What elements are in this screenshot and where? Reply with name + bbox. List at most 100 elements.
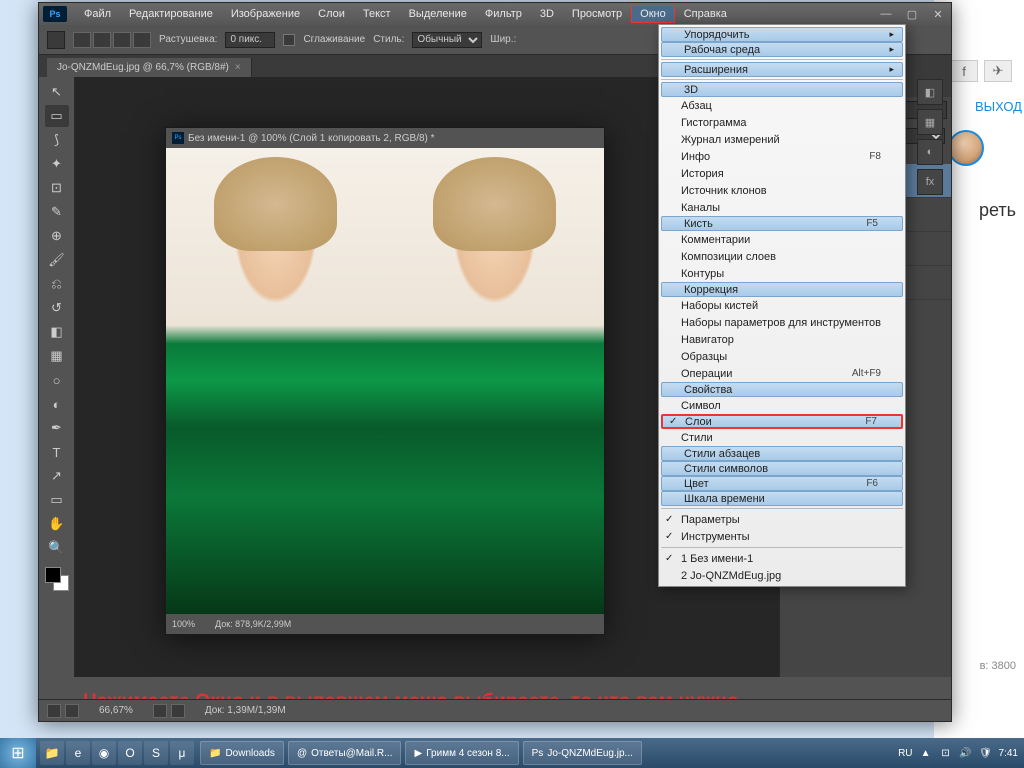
tray-vol[interactable]: 🔊 — [959, 746, 973, 760]
menu-item[interactable]: 2 Jo-QNZMdEug.jpg — [659, 567, 905, 584]
twitter-icon[interactable]: ✈ — [984, 60, 1012, 82]
menu-item[interactable]: Абзац — [659, 97, 905, 114]
gradient-tool[interactable]: ▦ — [45, 345, 69, 367]
maximize-icon[interactable]: ▢ — [899, 5, 925, 23]
status-ic4[interactable] — [171, 704, 185, 718]
lang-indicator[interactable]: RU — [898, 748, 912, 759]
menu-item[interactable]: 1 Без имени-1 — [659, 550, 905, 567]
pen-tool[interactable]: ✒ — [45, 417, 69, 439]
canvas-image[interactable] — [166, 148, 604, 614]
ql-chrome[interactable]: ◉ — [92, 741, 116, 765]
clock[interactable]: 7:41 — [999, 748, 1018, 759]
logout-link[interactable]: ВЫХОД — [975, 99, 1022, 114]
menu-file[interactable]: Файл — [75, 5, 120, 23]
crop-tool[interactable]: ⊡ — [45, 177, 69, 199]
taskbar-task[interactable]: @Ответы@Mail.R... — [288, 741, 402, 765]
ql-explorer[interactable]: 📁 — [40, 741, 64, 765]
menu-item[interactable]: Расширения — [661, 62, 903, 77]
status-ic1[interactable] — [47, 704, 61, 718]
shape-tool[interactable]: ▭ — [45, 489, 69, 511]
close-tab-icon[interactable]: × — [235, 62, 241, 73]
sel-add[interactable] — [93, 32, 111, 48]
tray-net[interactable]: ⊡ — [939, 746, 953, 760]
menu-item[interactable]: Инструменты — [659, 528, 905, 545]
color-swatch[interactable] — [45, 567, 69, 591]
doc-titlebar[interactable]: Ps Без имени-1 @ 100% (Слой 1 копировать… — [166, 128, 604, 148]
menu-item[interactable]: 3D — [661, 82, 903, 97]
menu-item[interactable]: Стили абзацев — [661, 446, 903, 461]
avatar[interactable] — [948, 130, 984, 166]
menu-layers[interactable]: Слои — [309, 5, 354, 23]
lasso-tool[interactable]: ⟆ — [45, 129, 69, 151]
start-button[interactable]: ⊞ — [0, 738, 36, 768]
close-icon[interactable]: ✕ — [925, 5, 951, 23]
doc-tab[interactable]: Jo-QNZMdEug.jpg @ 66,7% (RGB/8#) × — [47, 58, 252, 77]
brush-tool[interactable]: 🖌 — [45, 249, 69, 271]
minimize-icon[interactable]: — — [873, 5, 899, 23]
menu-item[interactable]: ЦветF6 — [661, 476, 903, 491]
style-select[interactable]: Обычный — [412, 32, 482, 48]
menu-view[interactable]: Просмотр — [563, 5, 631, 23]
menu-item[interactable]: Рабочая среда — [661, 42, 903, 57]
ql-ie[interactable]: e — [66, 741, 90, 765]
menu-item[interactable]: СлоиF7 — [661, 414, 903, 429]
menu-item[interactable]: Наборы параметров для инструментов — [659, 314, 905, 331]
menu-filter[interactable]: Фильтр — [476, 5, 531, 23]
menu-item[interactable]: Шкала времени — [661, 491, 903, 506]
taskbar-task[interactable]: 📁Downloads — [200, 741, 284, 765]
menu-item[interactable]: КистьF5 — [661, 216, 903, 231]
sel-int[interactable] — [133, 32, 151, 48]
facebook-icon[interactable]: f — [950, 60, 978, 82]
heal-tool[interactable]: ⊕ — [45, 225, 69, 247]
menu-item[interactable]: Упорядочить — [661, 27, 903, 42]
menu-item[interactable]: Журнал измерений — [659, 131, 905, 148]
menu-item[interactable]: Каналы — [659, 199, 905, 216]
menu-image[interactable]: Изображение — [222, 5, 309, 23]
menu-item[interactable]: ОперацииAlt+F9 — [659, 365, 905, 382]
status-zoom[interactable]: 66,67% — [99, 705, 133, 716]
panel-adjust-icon[interactable]: ◐ — [917, 139, 943, 165]
menu-item[interactable]: Композиции слоев — [659, 248, 905, 265]
status-ic2[interactable] — [65, 704, 79, 718]
stamp-tool[interactable]: ⎌ — [45, 273, 69, 295]
menu-text[interactable]: Текст — [354, 5, 400, 23]
hand-tool[interactable]: ✋ — [45, 513, 69, 535]
taskbar-task[interactable]: PsJo-QNZMdEug.jp... — [523, 741, 642, 765]
menu-item[interactable]: Коррекция — [661, 282, 903, 297]
zoom-tool[interactable]: 🔍 — [45, 537, 69, 559]
menu-item[interactable]: История — [659, 165, 905, 182]
menu-item[interactable]: Источник клонов — [659, 182, 905, 199]
tray-icon[interactable]: ▲ — [919, 746, 933, 760]
path-tool[interactable]: ↗ — [45, 465, 69, 487]
menu-edit[interactable]: Редактирование — [120, 5, 222, 23]
menu-item[interactable]: ИнфоF8 — [659, 148, 905, 165]
eyedropper-tool[interactable]: ✎ — [45, 201, 69, 223]
blur-tool[interactable]: ○ — [45, 369, 69, 391]
wand-tool[interactable]: ✦ — [45, 153, 69, 175]
type-tool[interactable]: T — [45, 441, 69, 463]
eraser-tool[interactable]: ◧ — [45, 321, 69, 343]
sel-sub[interactable] — [113, 32, 131, 48]
menu-item[interactable]: Стили символов — [661, 461, 903, 476]
menu-item[interactable]: Комментарии — [659, 231, 905, 248]
ql-utorrent[interactable]: μ — [170, 741, 194, 765]
move-tool[interactable]: ↖ — [45, 81, 69, 103]
history-brush[interactable]: ↺ — [45, 297, 69, 319]
menu-item[interactable]: Параметры — [659, 511, 905, 528]
menu-item[interactable]: Образцы — [659, 348, 905, 365]
ql-skype[interactable]: S — [144, 741, 168, 765]
menu-item[interactable]: Стили — [659, 429, 905, 446]
menu-item[interactable]: Символ — [659, 397, 905, 414]
antialias-checkbox[interactable] — [283, 34, 295, 46]
menu-window[interactable]: Окно — [631, 5, 675, 23]
tray-shield[interactable]: 🛡 — [979, 746, 993, 760]
feather-input[interactable] — [225, 32, 275, 48]
marquee-tool[interactable]: ▭ — [45, 105, 69, 127]
doc-zoom[interactable]: 100% — [172, 619, 195, 629]
menu-item[interactable]: Гистограмма — [659, 114, 905, 131]
status-ic3[interactable] — [153, 704, 167, 718]
sel-new[interactable] — [73, 32, 91, 48]
ql-opera[interactable]: O — [118, 741, 142, 765]
menu-item[interactable]: Навигатор — [659, 331, 905, 348]
taskbar-task[interactable]: ▶Гримм 4 сезон 8... — [405, 741, 518, 765]
